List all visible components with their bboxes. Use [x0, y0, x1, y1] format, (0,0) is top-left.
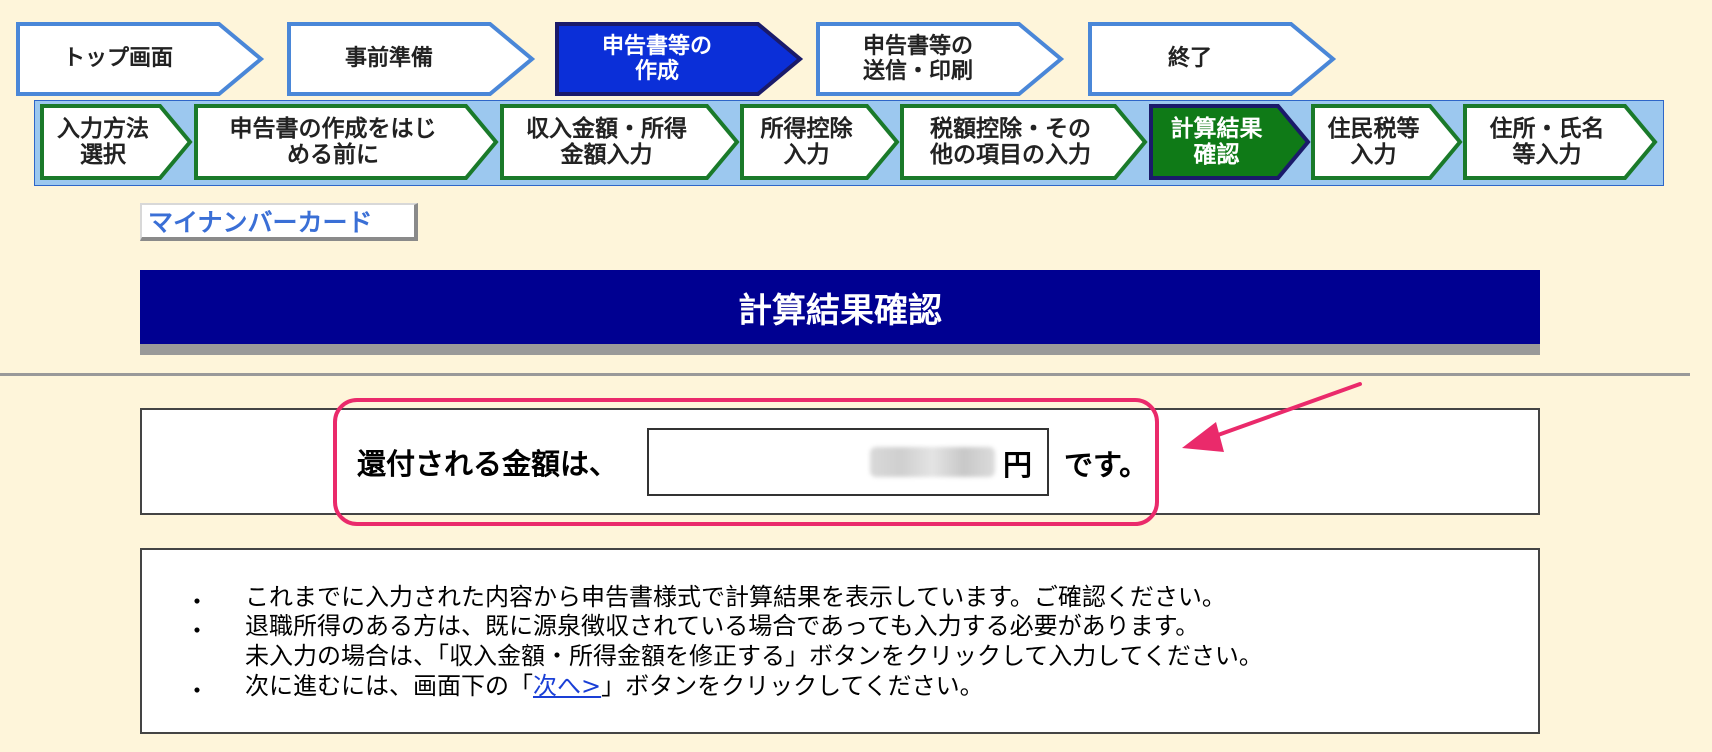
top-step-label: 申告書等の 送信・印刷 — [862, 33, 973, 84]
sub-step-6[interactable]: 計算結果 確認 — [1149, 104, 1311, 180]
page-title: 計算結果確認 — [140, 270, 1540, 344]
sub-step-2[interactable]: 申告書の作成をはじ める前に — [194, 104, 499, 180]
top-step-label: 終了 — [1167, 46, 1212, 72]
top-step-2[interactable]: 事前準備 — [287, 22, 536, 96]
sub-step-label: 入力方法 選択 — [57, 115, 149, 168]
top-step-label: 申告書等の 作成 — [601, 33, 712, 84]
note-line-4-after: 」ボタンをクリックしてください。 — [601, 672, 984, 700]
sub-step-label: 所得控除 入力 — [760, 115, 853, 168]
mynumber-card-button[interactable]: マイナンバーカード — [140, 203, 418, 241]
sub-step-8[interactable]: 住所・氏名 等入力 — [1463, 104, 1658, 180]
divider — [0, 373, 1690, 376]
sub-step-5[interactable]: 税額控除・その 他の項目の入力 — [900, 104, 1148, 180]
sub-step-label: 計算結果 確認 — [1170, 115, 1263, 168]
sub-step-label: 住所・氏名 等入力 — [1489, 115, 1605, 168]
pointer-arrow-icon — [1182, 382, 1362, 452]
top-step-3[interactable]: 申告書等の 作成 — [555, 22, 804, 96]
sub-step-1[interactable]: 入力方法 選択 — [40, 104, 193, 180]
top-step-label: 事前準備 — [344, 46, 433, 72]
bullet-2: ・ — [185, 617, 209, 645]
sub-step-4[interactable]: 所得控除 入力 — [740, 104, 900, 180]
sub-step-label: 申告書の作成をはじ める前に — [229, 115, 437, 168]
next-link[interactable]: 次へ> — [533, 672, 601, 700]
bullet-3: ・ — [185, 677, 209, 705]
note-line-4: 次に進むには、画面下の「次へ>」ボタンをクリックしてください。 — [245, 671, 984, 701]
top-step-5[interactable]: 終了 — [1088, 22, 1337, 96]
sub-step-label: 住民税等 入力 — [1327, 115, 1420, 168]
top-step-4[interactable]: 申告書等の 送信・印刷 — [816, 22, 1065, 96]
top-step-label: トップ画面 — [62, 46, 173, 72]
sub-step-7[interactable]: 住民税等 入力 — [1311, 104, 1463, 180]
top-step-1[interactable]: トップ画面 — [16, 22, 265, 96]
note-line-3: 未入力の場合は、「収入金額・所得金額を修正する」ボタンをクリックして入力してくだ… — [245, 642, 1263, 670]
sub-step-label: 収入金額・所得 金額入力 — [526, 115, 687, 168]
note-line-2: 退職所得のある方は、既に源泉徴収されている場合であっても入力する必要があります。 — [245, 612, 1200, 640]
note-line-1: これまでに入力された内容から申告書様式で計算結果を表示しています。ご確認ください… — [245, 583, 1226, 611]
note-line-4-before: 次に進むには、画面下の「 — [245, 672, 533, 700]
highlight-frame — [333, 398, 1159, 526]
sub-step-label: 税額控除・その 他の項目の入力 — [930, 115, 1091, 168]
title-bar-shadow — [140, 344, 1540, 355]
sub-step-3[interactable]: 収入金額・所得 金額入力 — [500, 104, 740, 180]
